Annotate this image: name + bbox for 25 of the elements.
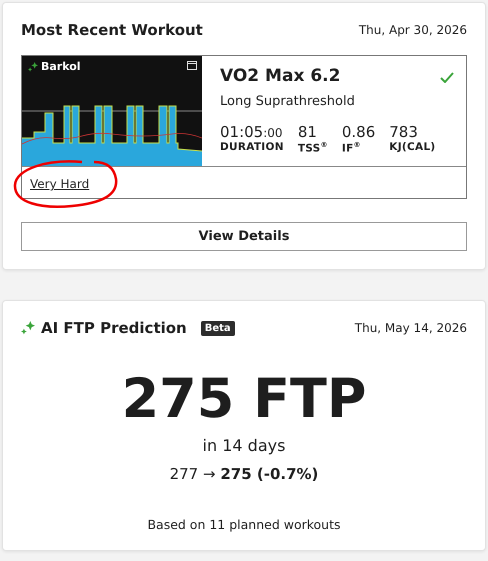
- stat-value: 01:05:00: [220, 123, 284, 141]
- prediction-date: Thu, May 14, 2026: [354, 321, 467, 335]
- beta-badge: Beta: [200, 320, 235, 336]
- prediction-period: in 14 days: [202, 436, 286, 455]
- workout-date: Thu, Apr 30, 2026: [358, 23, 467, 37]
- sparkle-icon: [21, 321, 35, 335]
- stat-label: IF$^{®}$: [342, 141, 362, 154]
- stat-label: KJ(CAL): [389, 141, 436, 153]
- stat-value: 783: [389, 123, 419, 141]
- stat-value: 81: [298, 123, 318, 141]
- card-title: AI FTP Prediction: [41, 319, 187, 337]
- stat-label: TSS$^{®}$: [298, 141, 328, 154]
- ftp-value: 275 FTP: [122, 367, 366, 430]
- workout-type: Long Suprathreshold: [220, 94, 356, 109]
- brand-label: Barkol: [28, 60, 81, 73]
- stat-value: 0.86: [342, 123, 376, 141]
- stat-label: DURATION: [220, 141, 284, 153]
- ftp-change: 277 → 275 (-0.7%): [170, 465, 318, 483]
- card-title: Most Recent Workout: [21, 21, 203, 39]
- calendar-icon: [187, 60, 197, 70]
- sparkle-icon: [28, 62, 38, 72]
- difficulty-link[interactable]: Very Hard: [30, 177, 90, 191]
- prediction-note: Based on 11 planned workouts: [147, 517, 341, 532]
- workout-name: VO2 Max 6.2: [220, 66, 342, 86]
- view-details-button[interactable]: View Details: [21, 222, 467, 251]
